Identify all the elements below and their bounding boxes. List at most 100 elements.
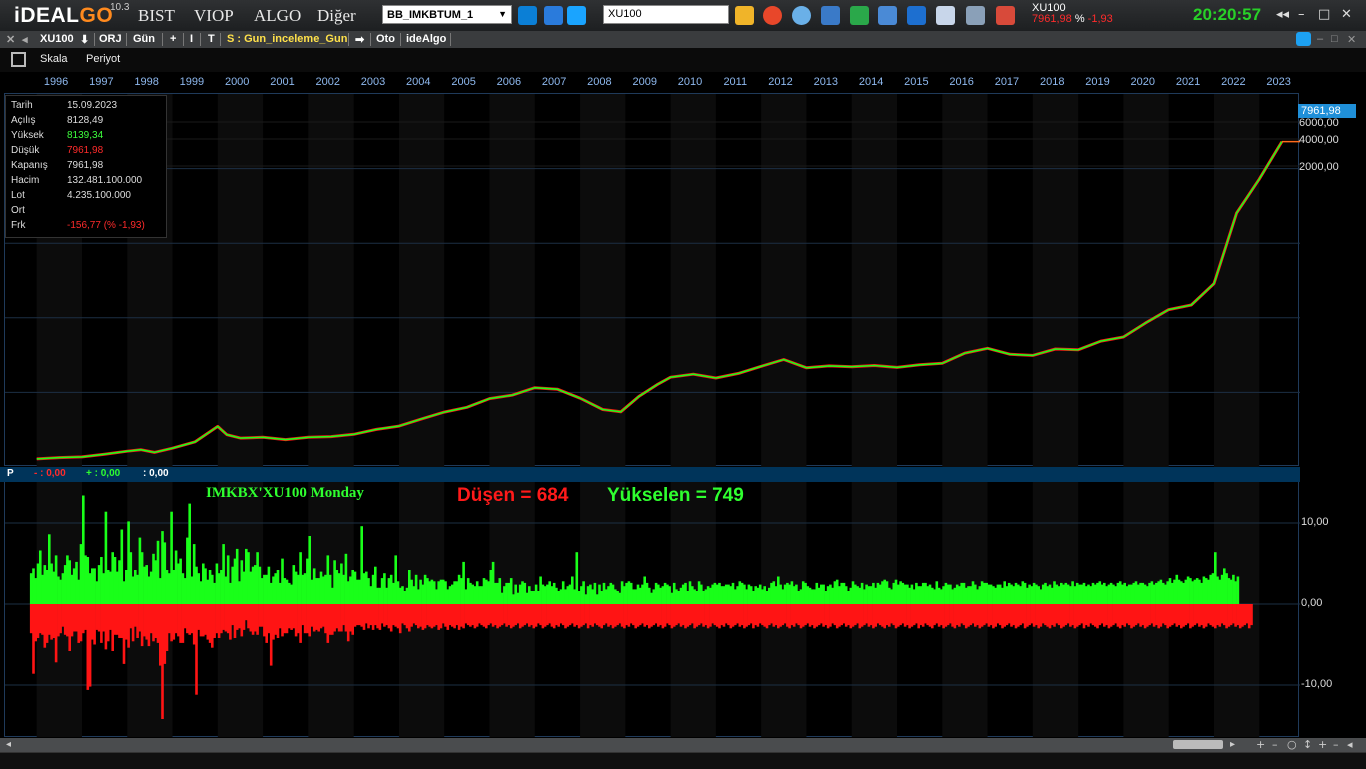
- minimize-icon[interactable]: –: [1298, 7, 1305, 22]
- zoom-reset-icon[interactable]: ○: [1287, 738, 1297, 751]
- falling-bar: [186, 604, 189, 634]
- falling-bar: [249, 604, 253, 632]
- chart-close-window-icon[interactable]: ✕: [1347, 33, 1356, 46]
- falling-bar: [331, 604, 334, 635]
- falling-bar: [978, 604, 982, 629]
- zoom-in-2-icon[interactable]: +: [1318, 738, 1327, 751]
- download-icon[interactable]: [518, 6, 537, 25]
- fit-icon[interactable]: ↕: [1303, 738, 1312, 751]
- page-selector[interactable]: BB_IMKBTUM_1 ▼: [382, 5, 512, 24]
- falling-bar: [288, 604, 291, 629]
- rising-bar: [317, 578, 320, 604]
- cart-icon[interactable]: [966, 6, 985, 25]
- period-button[interactable]: Periyot: [86, 53, 120, 65]
- falling-bar: [235, 604, 239, 630]
- falling-bar: [869, 604, 873, 626]
- i-tool-button[interactable]: I: [190, 33, 193, 45]
- floppy-save-icon[interactable]: [11, 52, 26, 67]
- falling-bar: [1218, 604, 1222, 627]
- rising-bar: [1216, 576, 1219, 604]
- zoom-in-icon[interactable]: +: [1256, 738, 1265, 751]
- scale-button[interactable]: Skala: [40, 53, 68, 65]
- rising-bar: [118, 560, 121, 604]
- menu-algo[interactable]: ALGO: [254, 6, 301, 26]
- falling-bar: [34, 604, 37, 642]
- save-icon[interactable]: [544, 6, 563, 25]
- scroll-left-icon[interactable]: ◂: [6, 739, 11, 750]
- chart-period-button[interactable]: Gün: [133, 33, 155, 45]
- idealgo-button[interactable]: ideAlgo: [406, 33, 446, 45]
- rising-bar: [437, 581, 440, 604]
- book-icon[interactable]: [907, 6, 926, 25]
- pie-chart-icon[interactable]: [763, 6, 782, 25]
- cube-icon[interactable]: [936, 6, 955, 25]
- twitter-icon[interactable]: [1296, 32, 1311, 46]
- horizontal-scrollbar[interactable]: ◂ ▸ + – ○ ↕ + – ◂: [0, 738, 1366, 752]
- rising-bar: [444, 581, 447, 604]
- chart-symbol[interactable]: XU100: [40, 33, 74, 45]
- menu-diger[interactable]: Diğer: [317, 6, 356, 26]
- rising-bar: [34, 578, 37, 604]
- rising-bar: [1078, 584, 1081, 604]
- zoom-out-icon[interactable]: –: [1272, 738, 1278, 751]
- chart-close-icon[interactable]: ✕: [6, 33, 15, 46]
- strategy-button[interactable]: S : Gun_inceleme_Gun: [227, 33, 347, 45]
- falling-bar: [451, 604, 454, 627]
- chart-back-icon[interactable]: ◂: [22, 33, 28, 46]
- chart-download-icon[interactable]: ⬇: [80, 33, 89, 46]
- folder-icon[interactable]: [735, 6, 754, 25]
- chart-minimize-icon[interactable]: –: [1317, 33, 1323, 45]
- info-value: 7961,98: [67, 160, 104, 171]
- falling-bar: [344, 604, 348, 632]
- chart-maximize-icon[interactable]: □: [1331, 33, 1338, 45]
- menu-viop[interactable]: VIOP: [194, 6, 234, 26]
- symbol-search-input[interactable]: XU100: [603, 5, 729, 24]
- window-icon[interactable]: [878, 6, 897, 25]
- t-tool-button[interactable]: T: [208, 33, 215, 45]
- rising-bar: [494, 582, 497, 604]
- rising-bar: [269, 582, 273, 604]
- auto-button[interactable]: Oto: [376, 33, 395, 45]
- year-label: 2009: [632, 76, 657, 88]
- falling-bar: [79, 604, 83, 642]
- menu-bist[interactable]: BIST: [138, 6, 175, 26]
- price-chart[interactable]: [4, 93, 1300, 467]
- chart-mode-button[interactable]: ORJ: [99, 33, 122, 45]
- monitor-icon[interactable]: [567, 6, 586, 25]
- rising-bar: [1236, 576, 1240, 604]
- indicator-p-label[interactable]: P: [7, 468, 14, 479]
- close-icon[interactable]: ✕: [1341, 7, 1352, 22]
- zoom-out-2-icon[interactable]: –: [1333, 738, 1339, 751]
- magnifier-icon[interactable]: [792, 6, 811, 25]
- brush-icon[interactable]: [996, 6, 1015, 25]
- scroll-thumb[interactable]: [1173, 740, 1223, 749]
- falling-bar: [946, 604, 950, 626]
- falling-bar: [1053, 604, 1056, 627]
- falling-bar: [675, 604, 678, 626]
- add-indicator-button[interactable]: +: [170, 33, 176, 45]
- falling-bar: [448, 604, 452, 626]
- bar-list-icon[interactable]: [821, 6, 840, 25]
- rising-bar: [688, 581, 692, 604]
- candlestick-icon[interactable]: [850, 6, 869, 25]
- info-value: 15.09.2023: [67, 100, 118, 111]
- falling-bar: [1041, 604, 1045, 624]
- rising-bar: [684, 582, 687, 604]
- falling-bar: [165, 604, 169, 651]
- scroll-end-icon[interactable]: ◂: [1347, 738, 1353, 751]
- falling-bar: [976, 604, 979, 626]
- scroll-right-icon[interactable]: ▸: [1230, 739, 1235, 750]
- falling-bar: [1071, 604, 1074, 626]
- falling-bar: [1152, 604, 1156, 627]
- falling-bar: [1236, 604, 1240, 626]
- falling-bar: [285, 604, 289, 634]
- rising-bar: [1105, 586, 1108, 604]
- forward-arrow-icon[interactable]: ➡: [355, 33, 364, 46]
- falling-bar: [940, 604, 943, 626]
- falling-bar: [213, 604, 216, 638]
- falling-bar: [430, 604, 434, 629]
- lower-axis-tick: 10,00: [1301, 516, 1329, 528]
- back-icon[interactable]: ◂◂: [1276, 7, 1289, 22]
- maximize-icon[interactable]: □: [1318, 7, 1330, 22]
- advance-decline-chart[interactable]: [4, 482, 1300, 737]
